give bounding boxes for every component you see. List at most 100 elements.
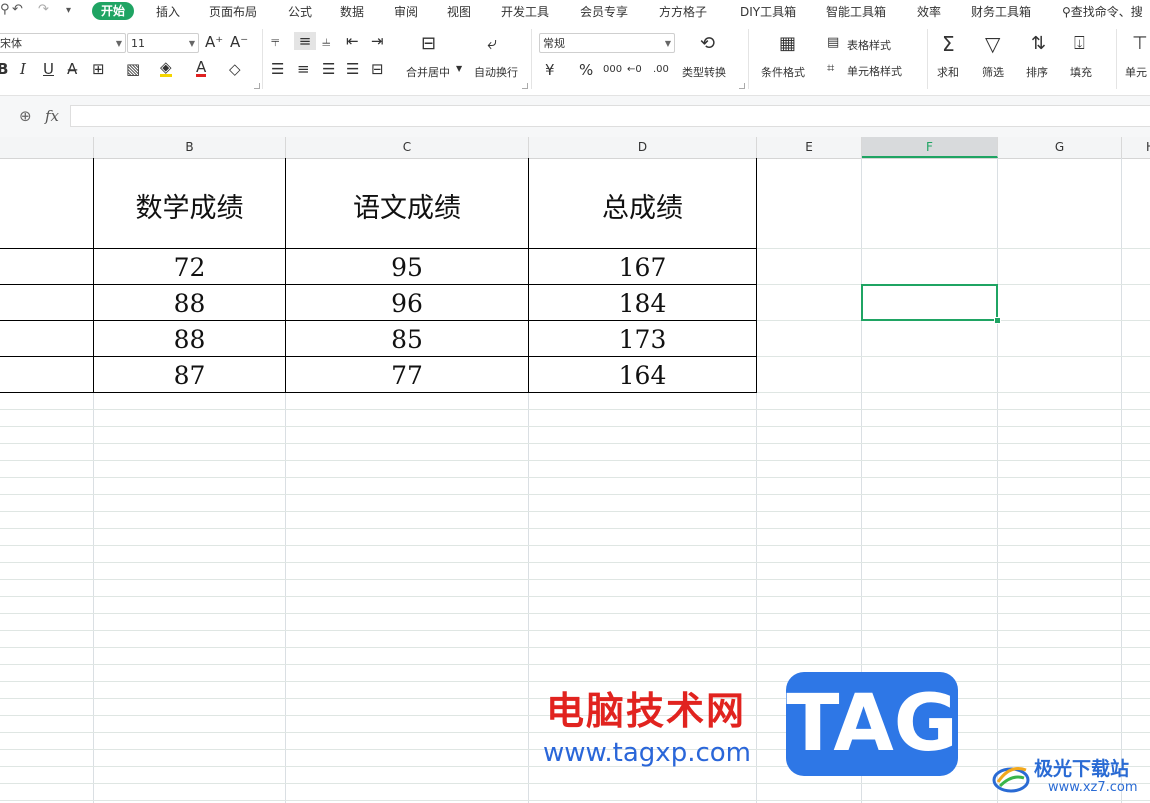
decrease-indent-icon[interactable]: ⇤ bbox=[346, 32, 359, 50]
type-convert-icon[interactable]: ⟲ bbox=[700, 35, 715, 53]
underline-button[interactable]: U bbox=[43, 60, 54, 78]
table-cell[interactable]: 95 bbox=[286, 253, 528, 282]
conditional-format-button[interactable]: 条件格式 bbox=[761, 64, 805, 80]
tab-review[interactable]: 审阅 bbox=[394, 3, 418, 20]
table-style-icon[interactable]: ▤ bbox=[827, 34, 839, 52]
merge-center-icon[interactable]: ⊟ bbox=[421, 35, 436, 53]
italic-button[interactable]: I bbox=[20, 60, 26, 78]
column-header-b[interactable]: B bbox=[94, 137, 286, 158]
header-cell-chinese[interactable]: 语文成绩 bbox=[286, 186, 528, 225]
fill-button[interactable]: 填充 bbox=[1070, 64, 1092, 80]
type-convert-button[interactable]: 类型转换 bbox=[682, 64, 726, 80]
tab-formulas[interactable]: 公式 bbox=[288, 3, 312, 20]
tab-home[interactable]: 开始 bbox=[92, 2, 135, 20]
currency-icon[interactable]: ¥ bbox=[545, 61, 555, 79]
formula-input[interactable] bbox=[70, 105, 1150, 127]
decrease-decimal-icon[interactable]: .00 bbox=[653, 61, 669, 79]
align-middle-icon[interactable]: ≡ bbox=[294, 32, 316, 50]
redo-icon[interactable]: ↷ bbox=[38, 2, 49, 17]
fill-shading-icon[interactable]: ▧ bbox=[126, 60, 140, 78]
tab-efficiency[interactable]: 效率 bbox=[917, 3, 941, 20]
table-cell[interactable]: 164 bbox=[529, 361, 756, 390]
cell-icon[interactable]: ⊤ bbox=[1132, 35, 1148, 53]
active-cell[interactable] bbox=[861, 284, 998, 321]
percent-icon[interactable]: % bbox=[579, 61, 593, 79]
column-header-f[interactable]: F bbox=[862, 137, 998, 158]
tab-developer[interactable]: 开发工具 bbox=[501, 3, 549, 20]
table-cell[interactable]: 88 bbox=[94, 289, 285, 318]
table-cell[interactable]: 173 bbox=[529, 325, 756, 354]
tab-smart-toolbox[interactable]: 智能工具箱 bbox=[826, 3, 886, 20]
decrease-font-icon[interactable]: A⁻ bbox=[230, 33, 248, 51]
number-format-select[interactable]: 常规 ▼ bbox=[539, 33, 675, 53]
column-header-c[interactable]: C bbox=[286, 137, 529, 158]
font-dialog-launcher[interactable] bbox=[254, 83, 260, 89]
tab-page-layout[interactable]: 页面布局 bbox=[209, 3, 257, 20]
fill-color-icon[interactable]: ◈ bbox=[160, 60, 172, 77]
tab-finance-toolbox[interactable]: 财务工具箱 bbox=[971, 3, 1031, 20]
fx-label[interactable]: fx bbox=[45, 107, 59, 125]
tab-data[interactable]: 数据 bbox=[340, 3, 364, 20]
table-cell[interactable]: 72 bbox=[94, 253, 285, 282]
table-cell[interactable]: 88 bbox=[94, 325, 285, 354]
table-style-button[interactable]: 表格样式 bbox=[847, 37, 891, 53]
increase-font-icon[interactable]: A⁺ bbox=[205, 33, 223, 51]
sort-icon[interactable]: ⇅ bbox=[1031, 35, 1046, 53]
header-cell-total[interactable]: 总成绩 bbox=[529, 186, 756, 225]
clear-format-icon[interactable]: ◇ bbox=[229, 60, 241, 78]
table-cell[interactable]: 167 bbox=[529, 253, 756, 282]
tab-fangfang[interactable]: 方方格子 bbox=[659, 3, 707, 20]
conditional-format-icon[interactable]: ▦ bbox=[779, 35, 796, 53]
alignment-dialog-launcher[interactable] bbox=[522, 83, 528, 89]
fill-icon[interactable]: ⍗ bbox=[1074, 35, 1085, 53]
table-cell[interactable]: 87 bbox=[94, 361, 285, 390]
customize-quick-access-icon[interactable]: ▾ bbox=[66, 5, 71, 16]
command-search[interactable]: ⚲查找命令、搜 bbox=[1062, 3, 1143, 20]
border-icon[interactable]: ⊞ bbox=[92, 60, 105, 78]
column-header-d[interactable]: D bbox=[529, 137, 757, 158]
wrap-text-icon[interactable]: ⤶ bbox=[487, 35, 497, 53]
bold-button[interactable]: B bbox=[0, 60, 8, 78]
header-cell-math[interactable]: 数学成绩 bbox=[94, 186, 285, 225]
cell-style-icon[interactable]: ⌗ bbox=[827, 60, 834, 78]
filter-button[interactable]: 筛选 bbox=[982, 64, 1004, 80]
table-cell[interactable]: 96 bbox=[286, 289, 528, 318]
align-top-icon[interactable]: ⫧ bbox=[271, 32, 279, 50]
align-left-icon[interactable]: ☰ bbox=[271, 60, 284, 78]
number-dialog-launcher[interactable] bbox=[739, 83, 745, 89]
thousands-separator-icon[interactable]: 000 bbox=[603, 61, 622, 79]
cell-button[interactable]: 单元 bbox=[1125, 64, 1147, 80]
font-color-icon[interactable]: A bbox=[196, 60, 207, 77]
table-cell[interactable]: 85 bbox=[286, 325, 528, 354]
align-bottom-icon[interactable]: ⫨ bbox=[322, 32, 330, 50]
merge-center-button[interactable]: 合并居中 bbox=[406, 64, 450, 80]
sum-button[interactable]: 求和 bbox=[937, 64, 959, 80]
table-cell[interactable]: 77 bbox=[286, 361, 528, 390]
column-header-a[interactable] bbox=[0, 137, 94, 158]
search-icon[interactable]: ⚲ bbox=[0, 2, 10, 17]
distributed-align-icon[interactable]: ⊟ bbox=[371, 60, 384, 78]
table-cell[interactable]: 184 bbox=[529, 289, 756, 318]
font-name-select[interactable]: 宋体 ▼ bbox=[0, 33, 126, 53]
align-right-icon[interactable]: ☰ bbox=[322, 60, 335, 78]
increase-indent-icon[interactable]: ⇥ bbox=[371, 32, 384, 50]
font-size-select[interactable]: 11 ▼ bbox=[127, 33, 199, 53]
filter-icon[interactable]: ▽ bbox=[985, 34, 1000, 54]
justify-icon[interactable]: ☰ bbox=[346, 60, 359, 78]
fill-handle[interactable] bbox=[994, 317, 1001, 324]
cell-style-button[interactable]: 单元格样式 bbox=[847, 63, 902, 79]
sort-button[interactable]: 排序 bbox=[1026, 64, 1048, 80]
increase-decimal-icon[interactable]: ←0 bbox=[627, 61, 642, 79]
sum-icon[interactable]: Σ bbox=[942, 34, 955, 54]
column-header-e[interactable]: E bbox=[757, 137, 862, 158]
column-header-g[interactable]: G bbox=[998, 137, 1122, 158]
undo-icon[interactable]: ↶ bbox=[12, 2, 23, 17]
align-center-icon[interactable]: ≡ bbox=[297, 60, 310, 78]
tab-view[interactable]: 视图 bbox=[447, 3, 471, 20]
tab-insert[interactable]: 插入 bbox=[156, 3, 180, 20]
wrap-text-button[interactable]: 自动换行 bbox=[474, 64, 518, 80]
column-header-h[interactable]: H bbox=[1122, 137, 1150, 158]
tab-member[interactable]: 会员专享 bbox=[580, 3, 628, 20]
chevron-down-icon[interactable]: ▼ bbox=[456, 64, 462, 73]
tab-diy-toolbox[interactable]: DIY工具箱 bbox=[740, 3, 796, 20]
